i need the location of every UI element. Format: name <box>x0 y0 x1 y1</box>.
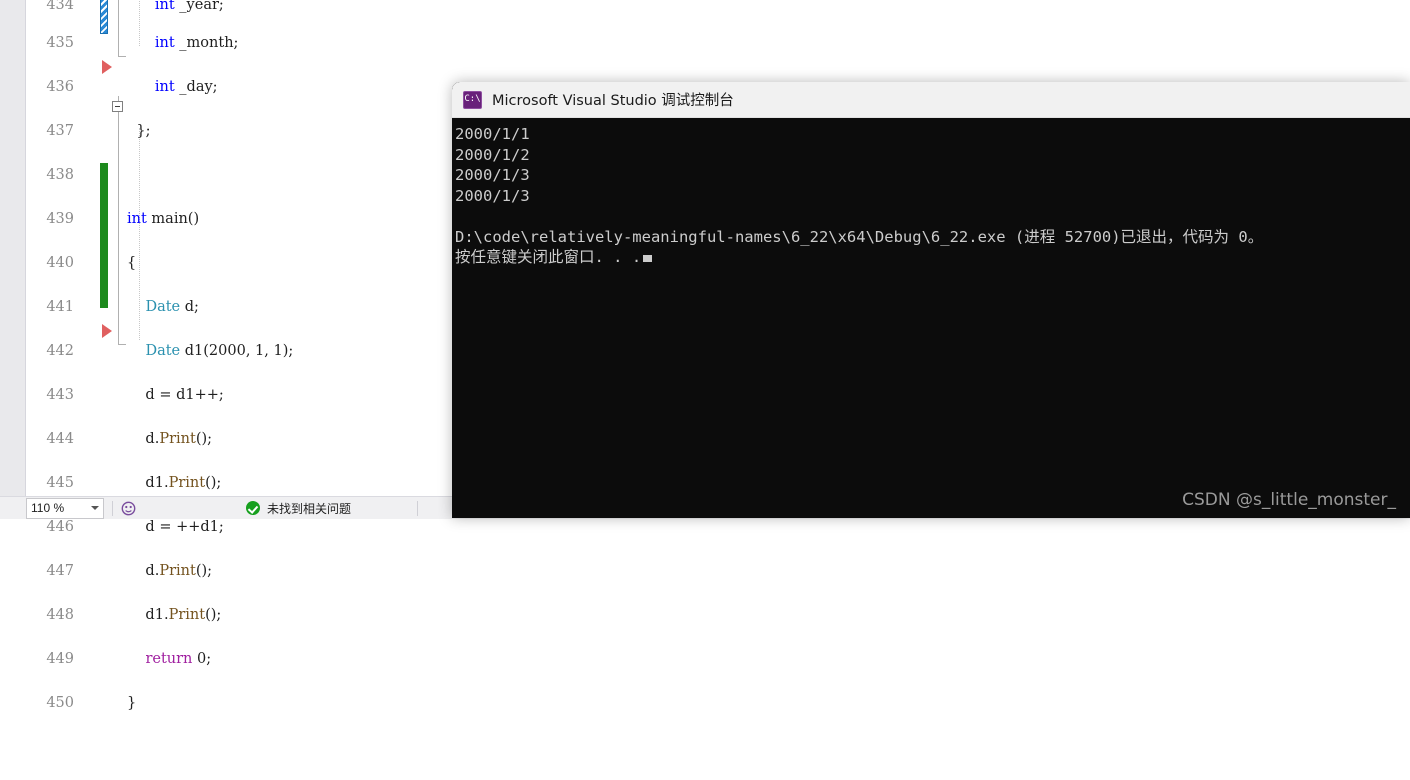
console-output-line: 2000/1/3 <box>455 166 530 184</box>
code-line-447[interactable]: 447 d.Print(); <box>26 560 1410 582</box>
console-title-text: Microsoft Visual Studio 调试控制台 <box>492 93 734 109</box>
code-line-449[interactable]: 449 return 0; <box>26 648 1410 670</box>
console-prompt-text: 按任意键关闭此窗口. . . <box>455 248 642 266</box>
line-text: d.Print(); <box>127 431 213 447</box>
zoom-level-value: 110 % <box>31 501 65 515</box>
line-text: Date d1(2000, 1, 1); <box>145 343 294 359</box>
console-output-line: 2000/1/3 <box>455 186 530 205</box>
chevron-down-icon[interactable] <box>91 506 99 510</box>
console-cursor <box>643 255 653 262</box>
console-exit-message: D:\code\relatively-meaningful-names\6_22… <box>455 227 1264 246</box>
code-line-435[interactable]: 435 int _month; <box>26 32 1410 54</box>
line-text: } <box>127 695 137 711</box>
console-app-icon: C:\ <box>463 90 482 109</box>
line-number: 436 <box>46 79 74 95</box>
line-text: int _month; <box>154 35 239 51</box>
collapse-toggle-main[interactable] <box>112 101 123 112</box>
line-number: 450 <box>46 695 74 711</box>
line-number: 444 <box>46 431 74 447</box>
line-number: 441 <box>46 299 74 315</box>
line-text: Date d; <box>145 299 199 315</box>
debug-console-window[interactable]: C:\ Microsoft Visual Studio 调试控制台 2000/1… <box>452 82 1410 518</box>
status-divider-1 <box>112 500 113 516</box>
screen-root: 434 int _year; 435 int _month; 436 int _… <box>0 0 1410 711</box>
execution-marker-icon-437[interactable] <box>102 60 112 74</box>
code-line-434[interactable]: 434 int _year; <box>26 0 1410 16</box>
status-divider-2 <box>417 500 419 516</box>
line-number: 442 <box>46 343 74 359</box>
line-text: }; <box>118 123 151 139</box>
line-text: int main() <box>127 211 200 227</box>
line-number: 448 <box>46 607 74 623</box>
console-title-bar[interactable]: C:\ Microsoft Visual Studio 调试控制台 <box>452 82 1410 118</box>
line-number: 438 <box>46 167 74 183</box>
code-line-446[interactable]: 446 d = ++d1; <box>26 516 1410 538</box>
line-number: 445 <box>46 475 74 491</box>
code-line-450[interactable]: 450 } <box>26 692 1410 714</box>
line-number: 437 <box>46 123 74 139</box>
line-number: 449 <box>46 651 74 667</box>
console-output-line: 2000/1/1 <box>455 125 530 143</box>
intellicode-icon[interactable] <box>121 501 136 516</box>
line-text: int _day; <box>154 79 218 95</box>
console-output-line: 2000/1/2 <box>455 145 530 164</box>
line-text: int _year; <box>154 0 224 13</box>
line-text: { <box>127 255 137 271</box>
line-number: 446 <box>46 519 74 535</box>
no-issues-check-icon <box>246 501 260 515</box>
line-number: 443 <box>46 387 74 403</box>
editor-indicator-margin[interactable] <box>0 0 26 496</box>
line-number: 439 <box>46 211 74 227</box>
line-number: 435 <box>46 35 74 51</box>
zoom-level-dropdown[interactable]: 110 % <box>26 497 104 519</box>
console-prompt-line: 按任意键关闭此窗口. . . <box>454 247 1410 268</box>
issues-status-label: 未找到相关问题 <box>267 501 352 516</box>
line-text: d = ++d1; <box>127 519 224 535</box>
line-text: d1.Print(); <box>127 475 222 491</box>
code-line-448[interactable]: 448 d1.Print(); <box>26 604 1410 626</box>
watermark-text: CSDN @s_little_monster_ <box>1182 490 1396 510</box>
line-number: 447 <box>46 563 74 579</box>
line-text: d = d1++; <box>127 387 224 403</box>
line-text: d.Print(); <box>127 563 213 579</box>
console-output-area[interactable]: 2000/1/1 2000/1/2 2000/1/3 2000/1/3 D:\c… <box>452 118 1410 518</box>
line-text: d1.Print(); <box>127 607 222 623</box>
execution-marker-icon-450[interactable] <box>102 324 112 338</box>
line-number: 440 <box>46 255 74 271</box>
line-number: 434 <box>46 0 74 13</box>
line-text: return 0; <box>145 651 212 667</box>
